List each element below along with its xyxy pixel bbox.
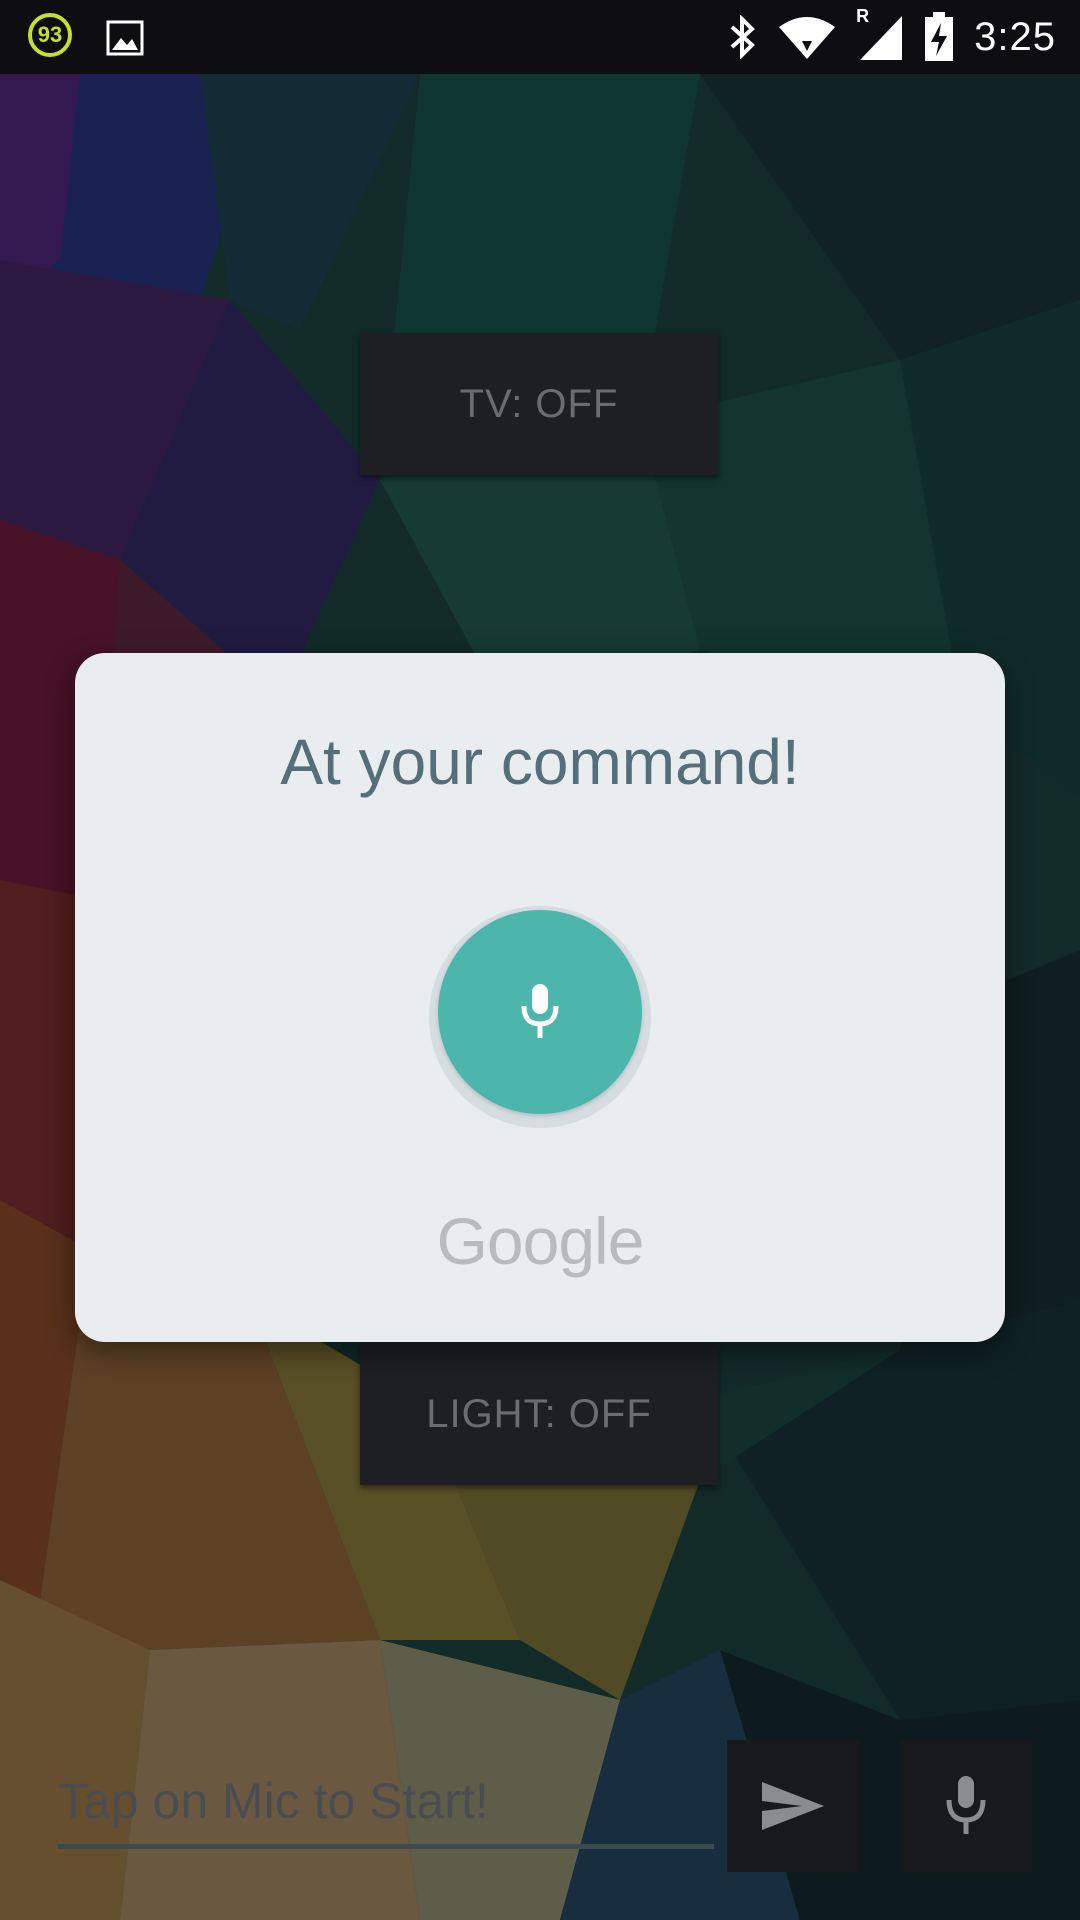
command-input[interactable] xyxy=(58,1766,714,1836)
dialog-title: At your command! xyxy=(280,726,800,798)
voice-input-dialog: At your command! Google xyxy=(75,653,1005,1342)
mic-button[interactable] xyxy=(900,1740,1032,1872)
dialog-mic-button[interactable] xyxy=(438,910,642,1114)
clock: 3:25 xyxy=(974,14,1056,59)
send-button[interactable] xyxy=(727,1740,859,1872)
command-input-wrap xyxy=(58,1766,714,1849)
wifi-icon xyxy=(779,17,836,59)
bluetooth-icon xyxy=(730,15,756,59)
signal-roaming-icon: R xyxy=(856,6,904,62)
light-status-label: LIGHT: OFF xyxy=(426,1391,652,1436)
status-bar: 93 R 3:25 xyxy=(0,0,1080,74)
tv-toggle-button[interactable]: TV: OFF xyxy=(360,333,718,475)
mic-icon xyxy=(521,984,559,1038)
light-toggle-button[interactable]: LIGHT: OFF xyxy=(360,1343,718,1485)
mic-icon xyxy=(946,1776,986,1834)
notification-badge: 93 xyxy=(28,13,72,57)
google-logo: Google xyxy=(436,1204,645,1278)
battery-charging-icon xyxy=(925,12,954,61)
send-icon xyxy=(762,1782,824,1830)
gallery-icon xyxy=(106,20,144,56)
status-icons: R 3:25 xyxy=(728,0,1056,74)
input-underline xyxy=(58,1844,714,1849)
tv-status-label: TV: OFF xyxy=(459,381,619,426)
